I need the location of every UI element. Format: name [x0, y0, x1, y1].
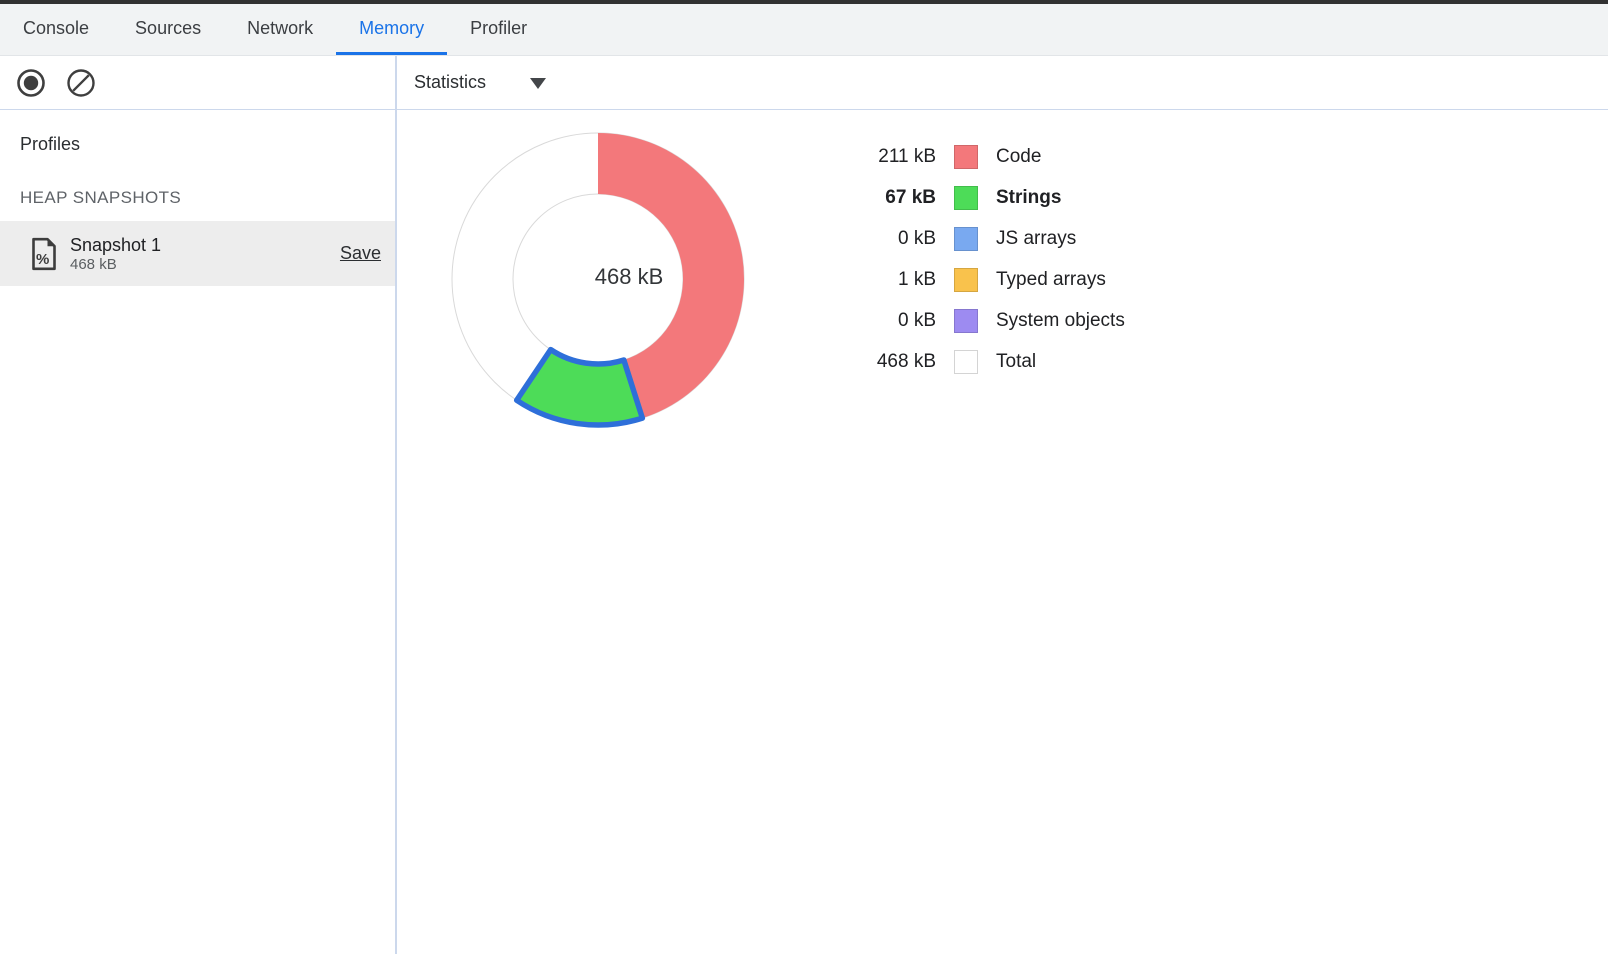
legend-row-typed-arrays[interactable]: 1 kB Typed arrays [861, 259, 1261, 300]
legend-label: Code [996, 146, 1041, 168]
sidebar-heading: Profiles [20, 134, 395, 155]
devtools-memory-panel: Console Sources Network Memory Profiler [0, 0, 1608, 954]
legend-row-system-objects[interactable]: 0 kB System objects [861, 300, 1261, 341]
heap-snapshot-file-icon: % [30, 237, 58, 271]
legend-label: Typed arrays [996, 269, 1106, 291]
legend-row-js-arrays[interactable]: 0 kB JS arrays [861, 218, 1261, 259]
svg-text:%: % [36, 251, 49, 268]
legend-swatch-system-objects [954, 309, 978, 333]
dropdown-arrow-icon [530, 78, 546, 89]
legend-label: Total [996, 351, 1036, 373]
legend-value: 211 kB [861, 146, 936, 168]
legend-swatch-js-arrays [954, 227, 978, 251]
legend-swatch-code [954, 145, 978, 169]
perspective-select[interactable]: Statistics [406, 68, 554, 97]
legend-label: Strings [996, 187, 1061, 209]
legend-value: 1 kB [861, 269, 936, 291]
perspective-select-value: Statistics [414, 72, 486, 93]
profile-controls [0, 56, 395, 109]
memory-toolbar: Statistics [0, 56, 1608, 110]
tab-console[interactable]: Console [0, 4, 112, 55]
legend-row-total[interactable]: 468 kB Total [861, 341, 1261, 382]
pie-slice-strings[interactable] [517, 350, 643, 425]
snapshot-size: 468 kB [70, 256, 340, 274]
legend-row-strings[interactable]: 67 kB Strings [861, 177, 1261, 218]
heap-usage-donut-chart: 468 kB [428, 109, 768, 449]
snapshot-info: Snapshot 1 468 kB [70, 234, 340, 274]
save-snapshot-link[interactable]: Save [340, 243, 381, 264]
legend-value: 0 kB [861, 228, 936, 250]
record-icon [16, 68, 46, 98]
chart-legend: 211 kB Code 67 kB Strings 0 kB JS arrays… [861, 136, 1261, 382]
legend-value: 67 kB [861, 187, 936, 209]
legend-label: JS arrays [996, 228, 1076, 250]
legend-label: System objects [996, 310, 1125, 332]
tab-network[interactable]: Network [224, 4, 336, 55]
statistics-view: 468 kB 211 kB Code 67 kB Strings 0 kB JS… [397, 110, 1608, 954]
tab-profiler[interactable]: Profiler [447, 4, 550, 55]
profiles-sidebar: Profiles HEAP SNAPSHOTS % Snapshot 1 468… [0, 110, 395, 954]
clear-profiles-button[interactable] [66, 68, 96, 98]
devtools-tab-bar: Console Sources Network Memory Profiler [0, 4, 1608, 56]
view-toolbar: Statistics [396, 56, 1608, 109]
record-heap-snapshot-button[interactable] [16, 68, 46, 98]
legend-swatch-strings [954, 186, 978, 210]
chart-total-label: 468 kB [549, 264, 709, 290]
tab-sources[interactable]: Sources [112, 4, 224, 55]
legend-swatch-typed-arrays [954, 268, 978, 292]
tab-memory[interactable]: Memory [336, 4, 447, 55]
legend-swatch-total [954, 350, 978, 374]
snapshot-list-item[interactable]: % Snapshot 1 468 kB Save [0, 221, 395, 286]
legend-value: 468 kB [861, 351, 936, 373]
snapshot-title: Snapshot 1 [70, 234, 340, 256]
legend-row-code[interactable]: 211 kB Code [861, 136, 1261, 177]
heap-snapshots-section-label: HEAP SNAPSHOTS [20, 188, 395, 208]
clear-icon [66, 68, 96, 98]
legend-value: 0 kB [861, 310, 936, 332]
